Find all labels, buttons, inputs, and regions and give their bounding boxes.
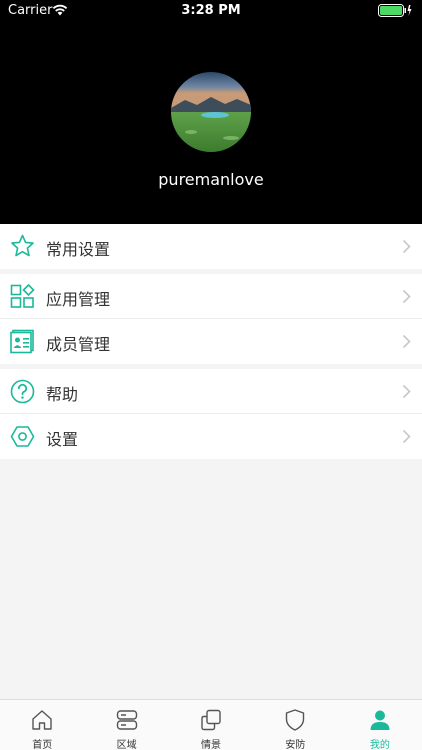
menu-label-member-manage: 成员管理 <box>46 335 111 354</box>
menu-label-help: 帮助 <box>46 385 79 404</box>
profile-header: Carrier 3:28 PM puremanlove <box>0 0 422 224</box>
hexagon-settings-icon <box>10 426 35 447</box>
chevron-right-icon <box>402 429 411 444</box>
tab-area[interactable]: 区域 <box>84 700 168 750</box>
status-bar: Carrier 3:28 PM <box>0 0 422 22</box>
status-time: 3:28 PM <box>181 3 241 18</box>
menu-item-settings[interactable]: 设置 <box>0 414 422 459</box>
chevron-right-icon <box>402 239 411 254</box>
avatar-landscape-image <box>171 72 251 152</box>
chevron-right-icon <box>402 334 411 349</box>
tab-label-home: 首页 <box>32 740 53 750</box>
menu-label-settings: 设置 <box>46 430 79 449</box>
star-icon <box>11 234 34 257</box>
tab-security[interactable]: 安防 <box>253 700 337 750</box>
chevron-right-icon <box>402 384 411 399</box>
tab-mine[interactable]: 我的 <box>338 700 422 750</box>
shield-icon <box>286 709 305 731</box>
tab-bar: 首页 区域 情景 安防 我的 <box>0 699 422 750</box>
scene-icon <box>201 709 221 731</box>
menu-item-help[interactable]: 帮助 <box>0 369 422 414</box>
menu-item-app-manage[interactable]: 应用管理 <box>0 274 422 319</box>
person-icon <box>370 710 390 730</box>
menu-item-favorites[interactable]: 常用设置 <box>0 224 422 269</box>
area-icon <box>116 710 137 730</box>
menu-label-favorites: 常用设置 <box>46 240 111 259</box>
username[interactable]: puremanlove <box>0 170 422 189</box>
menu-group-support: 帮助 设置 <box>0 369 422 459</box>
tab-home[interactable]: 首页 <box>0 700 84 750</box>
menu-group-favorites: 常用设置 <box>0 224 422 269</box>
avatar[interactable] <box>171 72 251 152</box>
menu-item-member-manage[interactable]: 成员管理 <box>0 319 422 364</box>
tab-scene[interactable]: 情景 <box>169 700 253 750</box>
menu-group-management: 应用管理 成员管理 <box>0 274 422 364</box>
contact-card-icon <box>10 329 34 354</box>
battery-icon <box>378 4 412 17</box>
menu-label-app-manage: 应用管理 <box>46 290 111 309</box>
tab-label-security: 安防 <box>285 740 306 750</box>
question-circle-icon <box>10 379 35 404</box>
chevron-right-icon <box>402 289 411 304</box>
home-icon <box>32 710 52 730</box>
apps-grid-icon <box>10 284 35 308</box>
tab-label-scene: 情景 <box>201 740 222 750</box>
tab-label-area: 区域 <box>116 740 137 750</box>
tab-label-mine: 我的 <box>369 740 390 750</box>
